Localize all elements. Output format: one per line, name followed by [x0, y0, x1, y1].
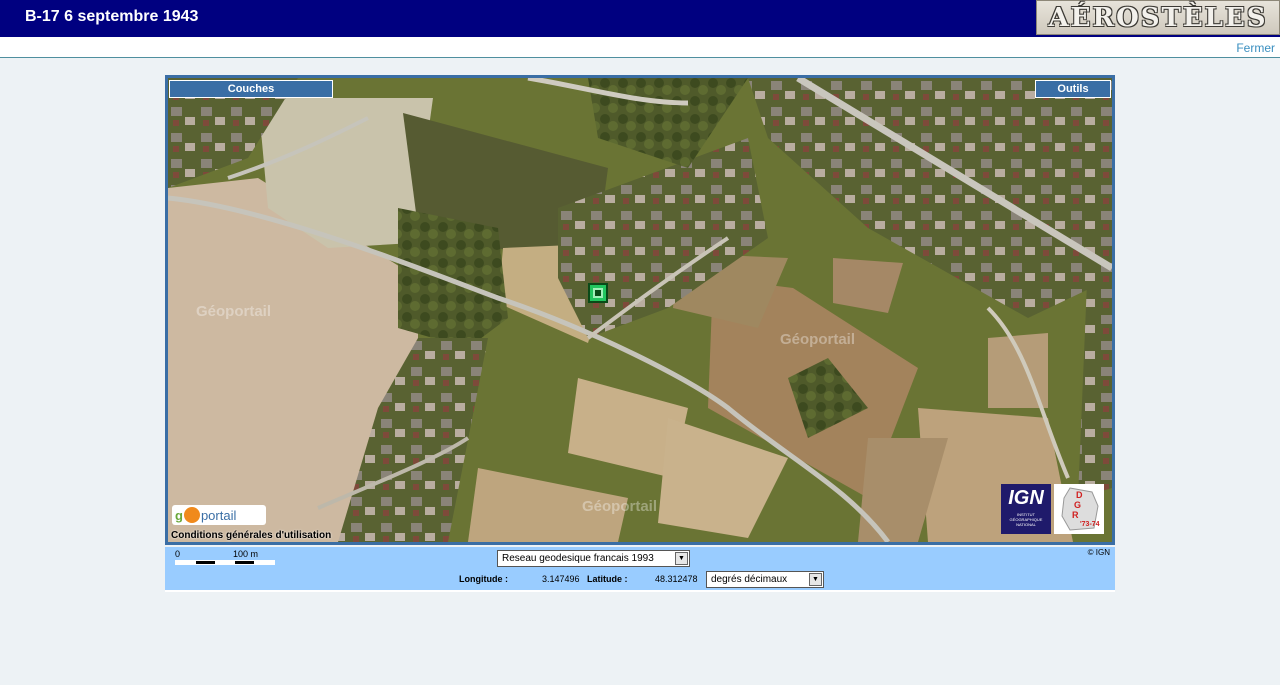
chevron-down-icon[interactable]: ▼ — [675, 552, 688, 565]
datum-select-value: Reseau geodesique francais 1993 — [502, 553, 654, 564]
longitude-value: 3.147496 — [542, 574, 580, 584]
latitude-label: Latitude : — [587, 574, 628, 584]
latitude-value: 48.312478 — [655, 574, 698, 584]
scale-distance-label: 100 m — [233, 549, 259, 559]
map-watermark: Géoportail — [196, 303, 272, 320]
dgr-logo-text: '73-74 — [1080, 521, 1100, 528]
aerosteles-logo: AÉROSTÈLES — [1036, 0, 1280, 35]
geoportail-logo-prefix: g — [175, 507, 183, 523]
geoportail-logo[interactable]: g portail — [172, 505, 266, 525]
geoportail-logo-suffix: portail — [200, 507, 237, 523]
terms-of-use-link[interactable]: Conditions générales d'utilisation — [171, 530, 331, 541]
logo-text: AÉROSTÈLES — [1048, 2, 1268, 33]
header-bar: B-17 6 septembre 1943 AÉROSTÈLES — [0, 0, 1280, 37]
geoportail-logo-circle — [183, 507, 200, 523]
copyright-label: © IGN — [1087, 548, 1110, 557]
chevron-down-icon[interactable]: ▼ — [809, 573, 822, 586]
close-link[interactable]: Fermer — [1236, 41, 1275, 55]
scale-bar — [175, 560, 275, 565]
units-select-value: degrés décimaux — [711, 574, 788, 585]
dgr-map-icon: D G R '73-74 — [1061, 487, 1100, 531]
longitude-label: Longitude : — [459, 574, 508, 584]
map-viewer[interactable]: Couches Outils Géoportail Géoportail Géo… — [165, 75, 1115, 545]
svg-text:D: D — [1076, 490, 1083, 500]
coordinate-bar: 0 100 m © IGN Reseau geodesique francais… — [165, 547, 1115, 592]
map-watermark: Géoportail — [780, 331, 856, 348]
subheader-bar: Fermer — [0, 37, 1280, 58]
tools-button[interactable]: Outils — [1035, 80, 1111, 98]
dgr-logo[interactable]: D G R '73-74 — [1054, 484, 1104, 534]
ign-logo-small: INSTITUT GÉOGRAPHIQUE NATIONAL — [1009, 512, 1043, 527]
page-title: B-17 6 septembre 1943 — [25, 8, 199, 25]
map-watermark: Géoportail — [582, 498, 658, 515]
svg-text:R: R — [1072, 510, 1079, 520]
ign-logo[interactable]: IGN INSTITUT GÉOGRAPHIQUE NATIONAL — [1001, 484, 1051, 534]
scale-zero-label: 0 — [175, 549, 181, 559]
units-select[interactable]: degrés décimaux ▼ — [706, 571, 824, 588]
layers-button[interactable]: Couches — [169, 80, 333, 98]
aerial-map-image[interactable] — [168, 78, 1112, 542]
svg-text:G: G — [1074, 500, 1081, 510]
ign-logo-big: IGN — [1008, 487, 1044, 509]
location-marker-icon[interactable] — [588, 283, 608, 303]
datum-select[interactable]: Reseau geodesique francais 1993 ▼ — [497, 550, 690, 567]
